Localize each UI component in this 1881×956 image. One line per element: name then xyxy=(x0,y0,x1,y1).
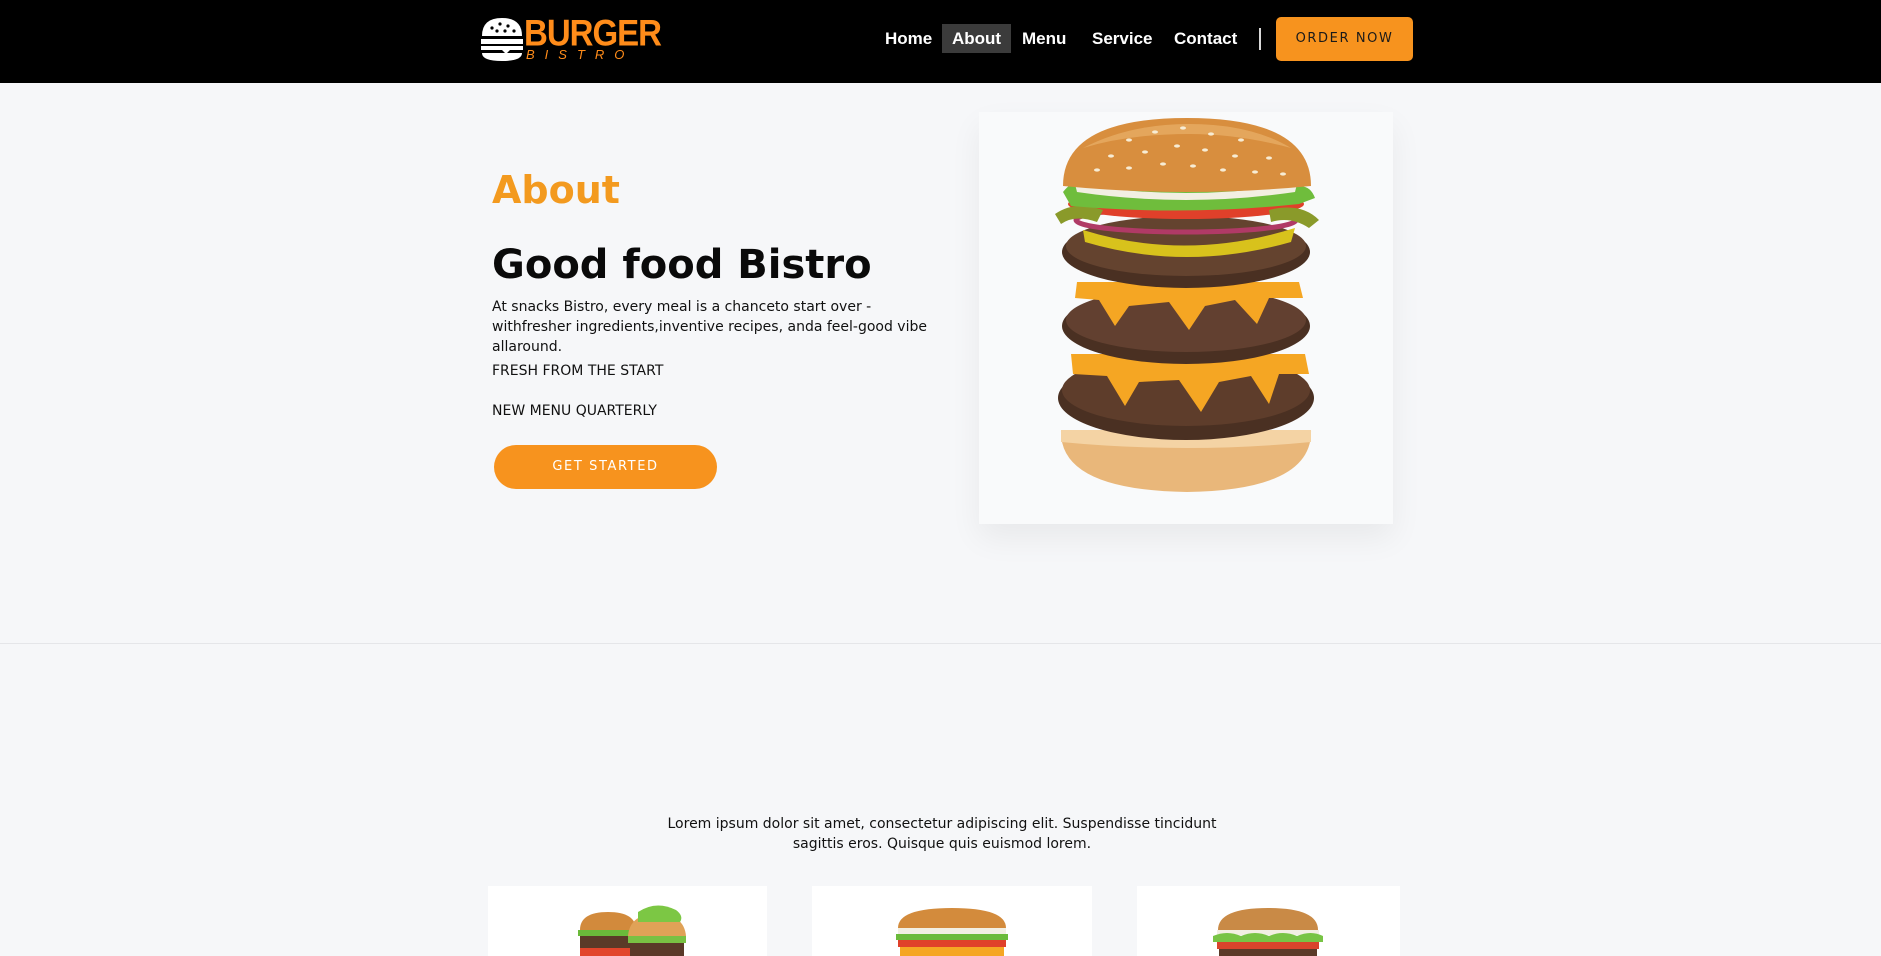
hero-image-card xyxy=(979,112,1393,524)
menu-card-2[interactable] xyxy=(812,886,1092,956)
cheeseburger-image xyxy=(896,908,1008,956)
hero-title: Good food Bistro xyxy=(492,242,872,288)
feature-menu: NEW MENU QUARTERLY xyxy=(492,403,657,419)
order-now-button[interactable]: ORDER NOW xyxy=(1276,17,1413,61)
feature-fresh: FRESH FROM THE START xyxy=(492,363,664,379)
burger-logo-icon xyxy=(481,18,523,61)
hero-description: At snacks Bistro, every meal is a chance… xyxy=(492,299,927,355)
nav-service[interactable]: Service xyxy=(1082,24,1163,53)
veggie-burger-image xyxy=(1213,908,1323,956)
nav-menu[interactable]: Menu xyxy=(1012,24,1076,53)
stacked-burger-image xyxy=(1055,118,1319,492)
section-intro-text: Lorem ipsum dolor sit amet, consectetur … xyxy=(667,816,1217,852)
nav-contact[interactable]: Contact xyxy=(1164,24,1247,53)
menu-card-1[interactable] xyxy=(488,886,767,956)
nav-home[interactable]: Home xyxy=(875,24,942,53)
menu-card-3[interactable] xyxy=(1137,886,1400,956)
nav-about[interactable]: About xyxy=(942,24,1012,53)
get-started-button[interactable]: GET STARTED xyxy=(494,445,717,489)
burger-pair-image xyxy=(578,905,686,956)
brand-logo[interactable]: BURGER BISTRO xyxy=(480,13,662,64)
section-eyebrow: About xyxy=(492,168,620,212)
logo-subtitle: BISTRO xyxy=(526,47,635,62)
nav-divider xyxy=(1259,28,1261,50)
section-divider xyxy=(0,643,1881,644)
site-header: BURGER BISTRO Home About Menu Service Co… xyxy=(0,0,1881,83)
